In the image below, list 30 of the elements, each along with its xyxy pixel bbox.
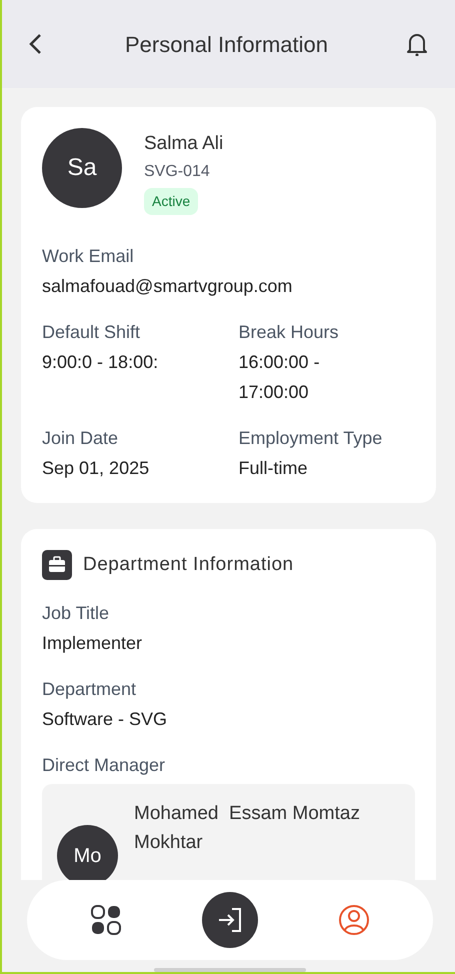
status-badge: Active <box>144 188 198 215</box>
avatar: Sa <box>42 128 122 208</box>
briefcase-icon <box>42 550 72 580</box>
apps-icon <box>90 904 122 936</box>
field-value: 9:00:0 - 18:00: <box>42 351 160 374</box>
login-icon <box>216 906 244 934</box>
field-label: Job Title <box>42 602 110 625</box>
field-label: Default Shift <box>42 321 142 344</box>
employee-name: Salma Ali <box>144 132 224 156</box>
field-value: Sep 01, 2025 <box>42 457 150 480</box>
field-value: salmafouad@smartvgroup.com <box>42 275 294 298</box>
field-label: Work Email <box>42 245 135 268</box>
field-label: Direct Manager <box>42 754 166 777</box>
manager-name: Mohamed Essam Momtaz Mokhtar <box>134 802 361 855</box>
section-title: Department Information <box>83 552 294 577</box>
profile-icon <box>338 904 370 936</box>
field-value: Full-time <box>238 457 309 480</box>
field-label: Employment Type <box>238 427 384 450</box>
bell-icon <box>406 32 428 56</box>
employee-code: SVG-014 <box>144 162 210 182</box>
back-icon <box>28 33 42 55</box>
page-title: Personal Information <box>125 30 328 58</box>
field-label: Department <box>42 678 138 701</box>
field-label: Join Date <box>42 427 120 450</box>
notifications-button[interactable] <box>405 31 429 57</box>
avatar: Mo <box>57 825 118 880</box>
field-value: 16:00:00 - 17:00:00 <box>238 351 321 404</box>
field-value: Implementer <box>42 632 144 655</box>
field-value: Software - SVG <box>42 708 168 731</box>
field-label: Break Hours <box>238 321 340 344</box>
